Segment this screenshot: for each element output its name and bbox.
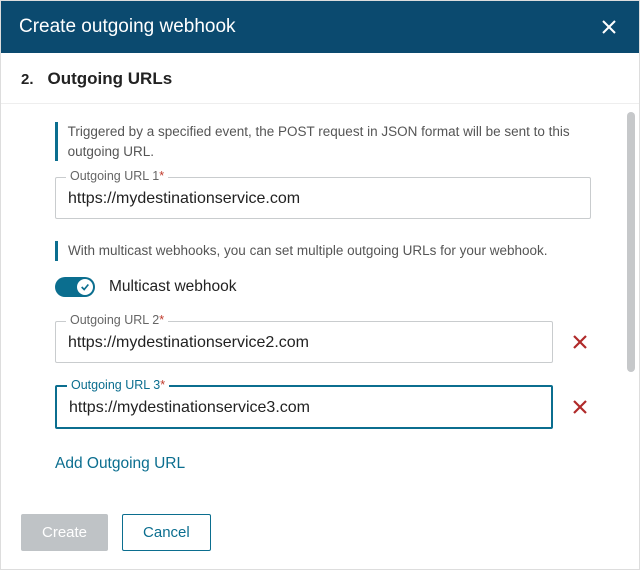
create-button[interactable]: Create bbox=[21, 514, 108, 551]
remove-url-2-button[interactable] bbox=[569, 331, 591, 353]
hint-accent-bar bbox=[55, 122, 58, 161]
step-header: 2. Outgoing URLs bbox=[1, 53, 639, 104]
hint-trigger-text: Triggered by a specified event, the POST… bbox=[68, 122, 591, 161]
outgoing-url-1-label: Outgoing URL 1* bbox=[66, 169, 168, 183]
hint-trigger: Triggered by a specified event, the POST… bbox=[55, 122, 591, 161]
create-webhook-dialog: Create outgoing webhook 2. Outgoing URLs… bbox=[0, 0, 640, 570]
hint-multicast: With multicast webhooks, you can set mul… bbox=[55, 241, 591, 261]
hint-multicast-text: With multicast webhooks, you can set mul… bbox=[68, 241, 547, 261]
multicast-toggle-row: Multicast webhook bbox=[55, 277, 591, 297]
cancel-button[interactable]: Cancel bbox=[122, 514, 211, 551]
step-title: Outgoing URLs bbox=[48, 69, 173, 89]
dialog-body: Triggered by a specified event, the POST… bbox=[1, 104, 639, 500]
outgoing-url-1-field[interactable]: Outgoing URL 1* bbox=[55, 177, 591, 219]
outgoing-url-3-input[interactable] bbox=[57, 387, 551, 427]
multicast-toggle[interactable] bbox=[55, 277, 95, 297]
outgoing-url-2-field[interactable]: Outgoing URL 2* bbox=[55, 321, 553, 363]
outgoing-url-3-label: Outgoing URL 3* bbox=[67, 378, 169, 392]
check-icon bbox=[80, 282, 90, 292]
scrollbar-thumb[interactable] bbox=[627, 112, 635, 372]
outgoing-url-1-input[interactable] bbox=[56, 178, 590, 218]
multicast-toggle-label: Multicast webhook bbox=[109, 278, 237, 296]
dialog-header: Create outgoing webhook bbox=[1, 1, 639, 53]
remove-icon bbox=[572, 334, 588, 350]
remove-url-3-button[interactable] bbox=[569, 396, 591, 418]
outgoing-url-3-field[interactable]: Outgoing URL 3* bbox=[55, 385, 553, 429]
scroll-wrap: Triggered by a specified event, the POST… bbox=[1, 104, 639, 500]
outgoing-url-3-row: Outgoing URL 3* bbox=[55, 385, 591, 429]
outgoing-url-2-input[interactable] bbox=[56, 322, 552, 362]
outgoing-url-2-row: Outgoing URL 2* bbox=[55, 321, 591, 363]
dialog-footer: Create Cancel bbox=[1, 500, 639, 569]
dialog-title: Create outgoing webhook bbox=[19, 16, 236, 38]
remove-icon bbox=[572, 399, 588, 415]
step-number: 2. bbox=[21, 71, 34, 88]
toggle-knob bbox=[77, 279, 93, 295]
close-button[interactable] bbox=[597, 15, 621, 39]
outgoing-url-2-label: Outgoing URL 2* bbox=[66, 313, 168, 327]
close-icon bbox=[601, 19, 617, 35]
add-outgoing-url-link[interactable]: Add Outgoing URL bbox=[55, 455, 185, 473]
hint-accent-bar bbox=[55, 241, 58, 261]
